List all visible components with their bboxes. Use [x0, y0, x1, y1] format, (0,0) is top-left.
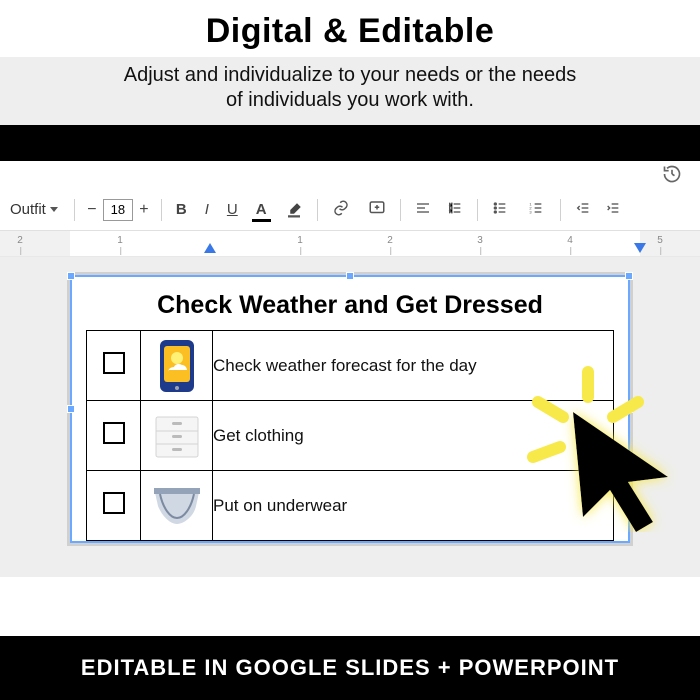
toolbar-separator	[477, 199, 478, 221]
align-dropdown[interactable]	[411, 198, 437, 222]
checkbox[interactable]	[103, 352, 125, 374]
toolbar-separator	[560, 199, 561, 221]
resize-handle[interactable]	[346, 272, 354, 280]
bottom-banner: EDITABLE IN GOOGLE SLIDES + POWERPOINT	[0, 636, 700, 700]
resize-handle[interactable]	[625, 405, 633, 413]
svg-text:3: 3	[529, 209, 532, 214]
row-text[interactable]: Check weather forecast for the day	[213, 356, 477, 375]
resize-handle[interactable]	[67, 405, 75, 413]
promo-subtitle-line-2: of individuals you work with.	[40, 88, 660, 113]
dresser-icon	[150, 408, 204, 464]
toolbar-separator	[74, 199, 75, 221]
ruler-indent-marker[interactable]	[204, 243, 216, 255]
resize-handle[interactable]	[625, 272, 633, 280]
document-canvas[interactable]: Check Weather and Get Dressed Check weat…	[0, 257, 700, 577]
paragraph-style-dropdown[interactable]: Outfit	[4, 199, 64, 220]
editor-window: Outfit − + B I U A	[0, 161, 700, 577]
line-spacing-button[interactable]	[443, 198, 467, 222]
text-color-button[interactable]: A	[252, 199, 271, 220]
promo-title: Digital & Editable	[0, 12, 700, 51]
font-size-increase[interactable]: +	[137, 201, 151, 219]
checkbox[interactable]	[103, 492, 125, 514]
paragraph-style-value: Outfit	[10, 201, 46, 218]
table-row[interactable]: Put on underwear	[87, 471, 614, 541]
font-size-decrease[interactable]: −	[85, 201, 99, 219]
row-text[interactable]: Put on underwear	[213, 496, 347, 515]
checkbox[interactable]	[103, 422, 125, 444]
ruler-tick: 1	[297, 235, 303, 246]
bold-button[interactable]: B	[172, 199, 191, 220]
underline-button[interactable]: U	[223, 199, 242, 220]
promo-header: Digital & Editable Adjust and individual…	[0, 0, 700, 125]
numbered-list-button[interactable]: 123	[524, 198, 550, 222]
resize-handle[interactable]	[67, 272, 75, 280]
formatting-toolbar: Outfit − + B I U A	[0, 191, 700, 231]
toolbar-separator	[400, 199, 401, 221]
divider-bar-top	[0, 125, 700, 161]
insert-comment-button[interactable]	[364, 197, 390, 223]
increase-indent-button[interactable]	[601, 198, 625, 222]
horizontal-ruler[interactable]: 2 1 1 2 3 4 5	[0, 231, 700, 257]
ruler-tick: 2	[17, 235, 23, 246]
document-title[interactable]: Check Weather and Get Dressed	[86, 285, 614, 330]
table-row[interactable]: Get clothing	[87, 401, 614, 471]
font-size-input[interactable]	[103, 199, 133, 221]
ruler-tick: 3	[477, 235, 483, 246]
table-row[interactable]: Check weather forecast for the day	[87, 331, 614, 401]
row-text[interactable]: Get clothing	[213, 426, 304, 445]
ruler-tick: 1	[117, 235, 123, 246]
ruler-right-indent-marker[interactable]	[634, 243, 646, 255]
ruler-tick: 4	[567, 235, 573, 246]
underwear-icon	[150, 478, 204, 534]
selected-text-frame[interactable]: Check Weather and Get Dressed Check weat…	[70, 275, 630, 543]
italic-button[interactable]: I	[201, 199, 213, 220]
chevron-down-icon	[50, 207, 58, 212]
bulleted-list-button[interactable]	[488, 198, 514, 222]
version-history-icon[interactable]	[662, 164, 682, 189]
ruler-tick: 2	[387, 235, 393, 246]
decrease-indent-button[interactable]	[571, 198, 595, 222]
checklist-table[interactable]: Check weather forecast for the day Get c…	[86, 330, 614, 541]
promo-subtitle-line-1: Adjust and individualize to your needs o…	[40, 63, 660, 88]
toolbar-separator	[161, 199, 162, 221]
bottom-banner-text: EDITABLE IN GOOGLE SLIDES + POWERPOINT	[81, 655, 619, 681]
ruler-tick: 5	[657, 235, 663, 246]
phone-weather-icon	[150, 338, 204, 394]
toolbar-separator	[317, 199, 318, 221]
highlight-color-button[interactable]	[281, 199, 307, 221]
insert-link-button[interactable]	[328, 197, 354, 223]
